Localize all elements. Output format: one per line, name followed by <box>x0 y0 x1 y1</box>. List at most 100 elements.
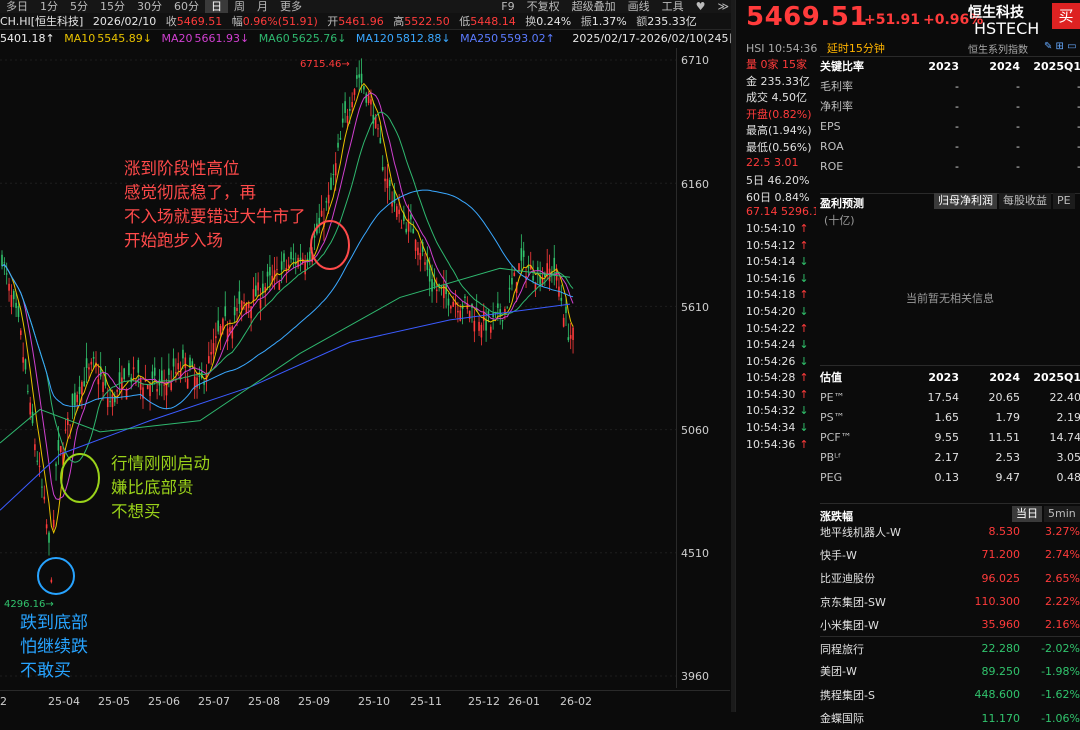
toolbar-tool-3[interactable]: 画线 <box>622 0 656 13</box>
period-tab-4[interactable]: 30分 <box>131 0 168 13</box>
top-circle-marker <box>310 220 350 270</box>
forecast-tab-1[interactable]: 每股收益 <box>999 193 1051 209</box>
candle-body <box>170 382 172 390</box>
annotation-middle: 行情刚刚启动 嫌比底部贵 不想买 <box>111 454 210 521</box>
list-item[interactable]: 美团-W 89.250 -1.98% <box>820 660 1080 683</box>
tick-text: 10:54:12 <box>746 238 796 252</box>
ma10-label: MA10 <box>64 32 96 45</box>
forecast-tab-2[interactable]: PE <box>1053 193 1075 209</box>
candle-body <box>109 401 111 403</box>
forecast-empty: 当前暂无相关信息 <box>906 292 994 305</box>
candle-body <box>252 289 255 302</box>
candle-body <box>247 303 250 308</box>
down-arrow-icon: ↓ <box>799 404 809 418</box>
candle-body <box>381 166 384 171</box>
buy-button[interactable]: 买 <box>1052 3 1080 29</box>
stock-price: 110.300 <box>974 595 1021 609</box>
candle-body <box>217 320 219 332</box>
candle-body <box>10 294 13 307</box>
candle-body <box>490 326 492 333</box>
candle-body <box>184 357 187 368</box>
row-value: - <box>1020 160 1080 173</box>
list-item[interactable]: 京东集团-SW 110.300 2.22% <box>820 590 1080 613</box>
index-symbol: HSTECH <box>974 19 1040 38</box>
candle-body <box>118 372 121 384</box>
candle-body <box>168 368 170 375</box>
stock-name: 比亚迪股份 <box>820 572 875 586</box>
candle-body <box>384 178 386 182</box>
candle-body <box>41 486 43 488</box>
period-tab-9[interactable]: 更多 <box>274 0 308 13</box>
ma10-value: 5545.89↓ <box>97 32 152 45</box>
list-item[interactable]: 携程集团-S 448.600 -1.62% <box>820 683 1080 706</box>
candle-body <box>266 271 269 277</box>
x-tick-label: 25-05 <box>98 695 130 708</box>
row-value: - <box>1016 159 1020 173</box>
list-item[interactable]: 小米集团-W 35.960 2.16% <box>820 613 1080 636</box>
tick-list: 量 0家 15家金 235.33亿 成交 4.50亿 开盘(0.82%) 最高(1.9… <box>746 56 816 456</box>
high-value: 5522.50 <box>404 15 450 28</box>
candle-body <box>1 254 3 267</box>
row-label: EPS <box>820 119 841 133</box>
toolbar-tool-5[interactable]: ♥ <box>690 0 712 13</box>
candle-body <box>353 89 356 95</box>
candlestick-chart[interactable] <box>0 48 676 688</box>
tick-text: 22.5 3.01 <box>746 155 799 169</box>
section-divider <box>820 503 1080 504</box>
period-tab-8[interactable]: 月 <box>251 0 274 13</box>
row-value: 11.51 <box>988 430 1021 444</box>
row-value: 9.55 <box>934 430 960 444</box>
candle-body <box>447 298 450 306</box>
candle-body <box>391 202 393 207</box>
table-row: PBᴸᶠ 2.17 2.53 3.05 <box>820 447 1080 467</box>
candle-body <box>29 402 31 415</box>
tick-row: 10:54:20 ↓ <box>746 305 816 322</box>
toolbar-tool-2[interactable]: 超级叠加 <box>566 0 622 13</box>
tick-text: 10:54:26 <box>746 354 796 368</box>
period-tab-5[interactable]: 60分 <box>168 0 205 13</box>
candle-body <box>128 363 130 376</box>
date-range[interactable]: 2025/02/17-2026/02/10(245日) <box>572 32 735 45</box>
candle-body <box>161 370 163 381</box>
period-tab-3[interactable]: 15分 <box>94 0 131 13</box>
candle-body <box>50 579 53 583</box>
up-arrow-icon: ↑ <box>799 371 809 385</box>
candle-body <box>276 269 278 271</box>
period-tab-7[interactable]: 周 <box>228 0 251 13</box>
table-row: PE™ 17.54 20.65 22.40 <box>820 387 1080 407</box>
row-value: - <box>955 79 959 93</box>
up-arrow-icon: ↑ <box>799 221 809 235</box>
candle-body <box>520 248 523 261</box>
forecast-tab-0[interactable]: 归母净利润 <box>934 193 997 209</box>
list-item[interactable]: 金蝶国际 11.170 -1.06% <box>820 706 1080 729</box>
period-tab-1[interactable]: 1分 <box>34 0 64 13</box>
low-value: 5448.14 <box>470 15 516 28</box>
y-tick-label: 5060 <box>681 424 709 437</box>
candle-body <box>553 257 556 271</box>
candle-body <box>400 227 403 229</box>
toolbar-tool-1[interactable]: 不复权 <box>521 0 566 13</box>
candle-body <box>280 261 283 270</box>
tick-row: 量 0家 15家 <box>746 56 816 73</box>
row-label: ROE <box>820 159 844 173</box>
toolbar-tool-4[interactable]: 工具 <box>656 0 690 13</box>
x-tick-label: 25-10 <box>358 695 390 708</box>
candle-body <box>424 262 426 265</box>
list-item[interactable]: 地平线机器人-W 8.530 3.27% <box>820 520 1080 543</box>
stock-price: 35.960 <box>981 618 1021 632</box>
period-tab-0[interactable]: 多日 <box>0 0 34 13</box>
candle-body <box>370 99 372 105</box>
toolbar-tool-0[interactable]: F9 <box>495 0 520 13</box>
period-tab-2[interactable]: 5分 <box>64 0 94 13</box>
tick-row: 10:54:14 ↓ <box>746 255 816 272</box>
period-tab-6[interactable]: 日 <box>205 0 228 13</box>
tick-text: 量 0家 15家 <box>746 58 807 71</box>
row-value: 3.05 <box>1056 450 1080 464</box>
candle-body <box>537 267 539 271</box>
x-tick-label: 25-09 <box>298 695 330 708</box>
list-item[interactable]: 同程旅行 22.280 -2.02% <box>820 636 1080 659</box>
list-item[interactable]: 快手-W 71.200 2.74% <box>820 543 1080 566</box>
row-label: PEG <box>820 470 843 484</box>
pin-icon[interactable]: ✎ ⊞ ▭ <box>1044 41 1077 52</box>
list-item[interactable]: 比亚迪股份 96.025 2.65% <box>820 567 1080 590</box>
